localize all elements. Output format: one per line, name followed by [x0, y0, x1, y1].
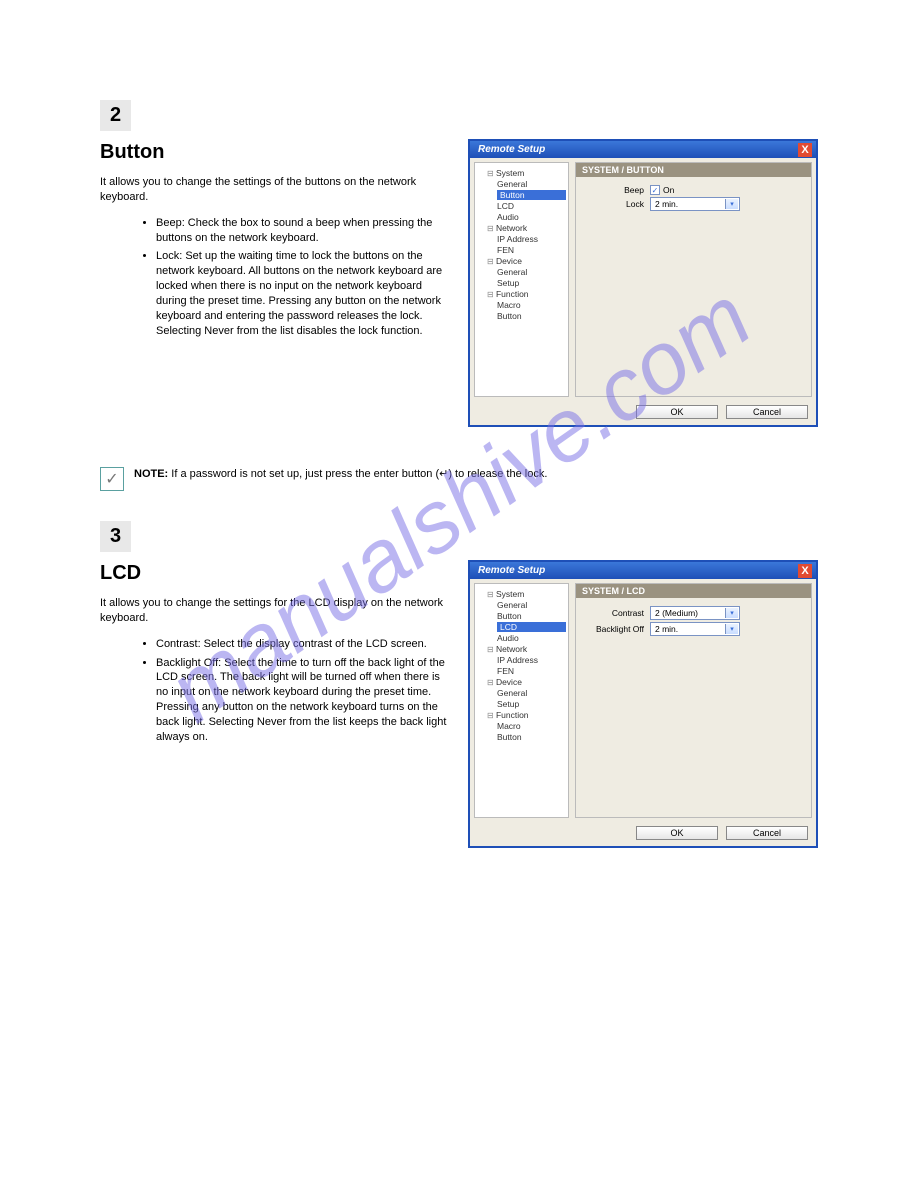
section-button: 2 Remote Setup X System General Button L… — [100, 100, 818, 447]
tree-function[interactable]: Function — [487, 289, 529, 299]
tree-dev-general[interactable]: General — [497, 688, 566, 698]
bullet-backlight: Backlight Off: Select the time to turn o… — [156, 656, 460, 745]
section-button-title: Button — [100, 141, 460, 164]
tree-fn-button[interactable]: Button — [497, 732, 566, 742]
tree-lcd[interactable]: LCD — [497, 622, 566, 632]
contrast-label: Contrast — [584, 608, 650, 618]
lcd-intro: It allows you to change the settings for… — [100, 596, 460, 626]
tree-fn-button[interactable]: Button — [497, 311, 566, 321]
chevron-down-icon: ▾ — [725, 199, 738, 209]
note-label: NOTE: — [134, 468, 168, 480]
tree-system[interactable]: System — [487, 168, 524, 178]
lock-label: Lock — [584, 199, 650, 209]
tree-network[interactable]: Network — [487, 644, 527, 654]
dialog-title-lcd: Remote Setup — [478, 565, 545, 576]
section-lcd-number: 3 — [100, 521, 131, 552]
tree-dev-setup[interactable]: Setup — [497, 278, 566, 288]
tree-button[interactable]: Button — [497, 611, 566, 621]
close-icon[interactable]: X — [798, 564, 812, 578]
ok-button[interactable]: OK — [636, 826, 718, 840]
chevron-down-icon: ▾ — [725, 624, 738, 634]
dialog-tree: System General Button LCD Audio Network … — [474, 162, 569, 397]
check-icon: ✓ — [100, 467, 124, 491]
tree-fen[interactable]: FEN — [497, 245, 566, 255]
note-row: ✓ NOTE: If a password is not set up, jus… — [100, 467, 818, 491]
beep-checkbox[interactable]: ✓ — [650, 185, 660, 195]
contrast-value: 2 (Medium) — [655, 608, 698, 618]
cancel-button[interactable]: Cancel — [726, 826, 808, 840]
backlight-value: 2 min. — [655, 624, 678, 634]
tree-system[interactable]: System — [487, 589, 524, 599]
button-intro: It allows you to change the settings of … — [100, 175, 460, 205]
ok-button[interactable]: OK — [636, 405, 718, 419]
panel-header-lcd: SYSTEM / LCD — [576, 584, 811, 598]
section-lcd-title: LCD — [100, 562, 460, 585]
tree-device[interactable]: Device — [487, 256, 522, 266]
dialog-lcd: Remote Setup X System General Button LCD… — [468, 560, 818, 848]
dialog-button: Remote Setup X System General Button LCD… — [468, 139, 818, 427]
lock-select[interactable]: 2 min. ▾ — [650, 197, 740, 211]
bullet-contrast: Contrast: Select the display contrast of… — [156, 637, 460, 652]
lock-value: 2 min. — [655, 199, 678, 209]
tree-ip-address[interactable]: IP Address — [497, 655, 566, 665]
beep-label: Beep — [584, 185, 650, 195]
bullet-lock: Lock: Set up the waiting time to lock th… — [156, 249, 460, 338]
tree-device[interactable]: Device — [487, 677, 522, 687]
tree-general[interactable]: General — [497, 179, 566, 189]
tree-audio[interactable]: Audio — [497, 212, 566, 222]
tree-audio[interactable]: Audio — [497, 633, 566, 643]
tree-ip-address[interactable]: IP Address — [497, 234, 566, 244]
tree-dev-general[interactable]: General — [497, 267, 566, 277]
tree-button[interactable]: Button — [497, 190, 566, 200]
cancel-button[interactable]: Cancel — [726, 405, 808, 419]
section-lcd: 3 Remote Setup X System General Button L… — [100, 521, 818, 868]
chevron-down-icon: ▾ — [725, 608, 738, 618]
tree-macro[interactable]: Macro — [497, 721, 566, 731]
note-text: If a password is not set up, just press … — [171, 468, 547, 480]
backlight-select[interactable]: 2 min. ▾ — [650, 622, 740, 636]
section-button-number: 2 — [100, 100, 131, 131]
tree-fen[interactable]: FEN — [497, 666, 566, 676]
bullet-beep: Beep: Check the box to sound a beep when… — [156, 216, 460, 246]
contrast-select[interactable]: 2 (Medium) ▾ — [650, 606, 740, 620]
tree-lcd[interactable]: LCD — [497, 201, 566, 211]
dialog-title: Remote Setup — [478, 144, 545, 155]
tree-dev-setup[interactable]: Setup — [497, 699, 566, 709]
panel-header-button: SYSTEM / BUTTON — [576, 163, 811, 177]
beep-cb-label: On — [663, 185, 674, 195]
tree-network[interactable]: Network — [487, 223, 527, 233]
dialog-tree-lcd: System General Button LCD Audio Network … — [474, 583, 569, 818]
tree-general[interactable]: General — [497, 600, 566, 610]
close-icon[interactable]: X — [798, 143, 812, 157]
tree-macro[interactable]: Macro — [497, 300, 566, 310]
backlight-label: Backlight Off — [584, 624, 650, 634]
tree-function[interactable]: Function — [487, 710, 529, 720]
